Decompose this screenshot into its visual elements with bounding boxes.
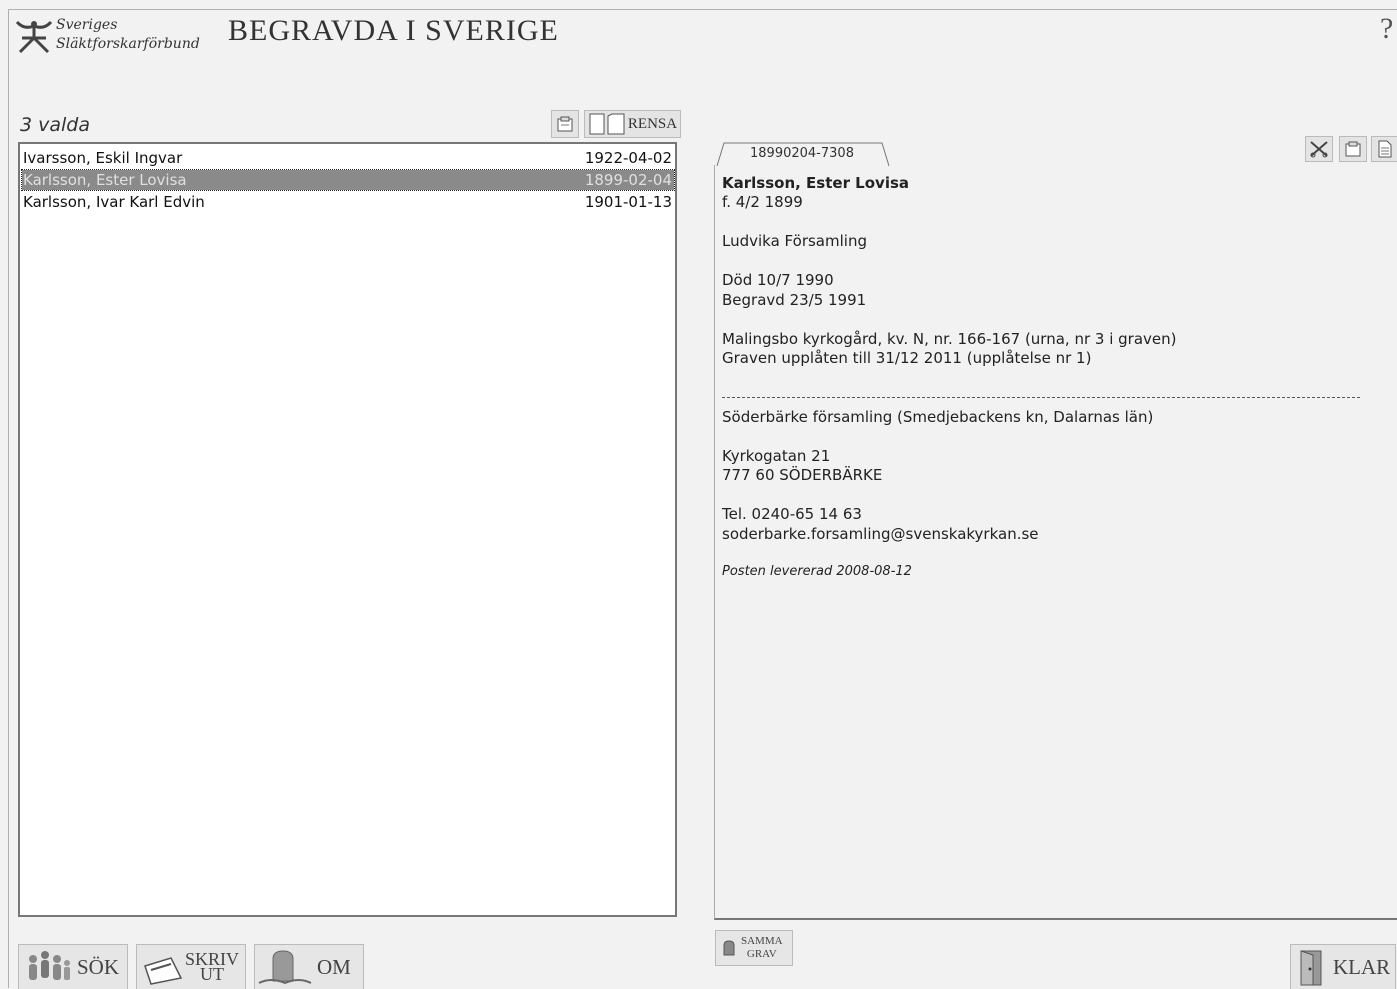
tab-person-id[interactable]: 18990204-7308: [716, 142, 890, 167]
print-label-line2: UT: [200, 964, 224, 984]
list-item-date: 1899-02-04: [584, 171, 672, 189]
record-name: Karlsson, Ester Lovisa: [722, 174, 910, 192]
klar-label: KLAR: [1333, 954, 1391, 979]
record-parish: Ludvika Församling: [722, 232, 867, 250]
copy-record-button[interactable]: [1339, 136, 1367, 162]
list-item-date: 1901-01-13: [584, 193, 672, 211]
close-record-button[interactable]: [1305, 136, 1333, 162]
clipboard-icon: [557, 116, 573, 132]
list-item-selected[interactable]: Karlsson, Ester Lovisa 1899-02-04: [21, 169, 675, 191]
exit-door-icon: [1300, 950, 1322, 986]
record-grave: Malingsbo kyrkogård, kv. N, nr. 166-167 …: [722, 330, 1177, 348]
delivered-date: Posten levererad 2008-08-12: [722, 564, 912, 579]
people-icon: [29, 951, 70, 980]
sok-button[interactable]: SÖK: [18, 944, 128, 989]
contact-postal: 777 60 SÖDERBÄRKE: [722, 466, 883, 484]
selected-count: 3 valda: [20, 114, 90, 136]
klar-button[interactable]: KLAR: [1290, 944, 1396, 989]
person-list[interactable]: Ivarsson, Eskil Ingvar 1922-04-02 Karlss…: [18, 142, 677, 917]
list-item-name: Karlsson, Ivar Karl Edvin: [23, 193, 205, 211]
record-born: f. 4/2 1899: [722, 193, 803, 211]
org-name-line1: Sveriges: [56, 17, 118, 33]
document-button[interactable]: [1371, 136, 1397, 162]
contact-parish: Söderbärke församling (Smedjebackens kn,…: [722, 408, 1154, 426]
rensa-label: RENSA: [627, 115, 678, 132]
record-buried: Begravd 23/5 1991: [722, 291, 867, 309]
print-icon: [144, 957, 183, 985]
list-item-name: Ivarsson, Eskil Ingvar: [23, 149, 183, 167]
about-label: OM: [317, 954, 351, 979]
sok-label: SÖK: [77, 954, 120, 979]
help-button[interactable]: ?: [1380, 12, 1393, 46]
about-button[interactable]: OM: [254, 944, 364, 989]
list-item[interactable]: Karlsson, Ivar Karl Edvin 1901-01-13: [22, 192, 674, 212]
clipboard-icon: [1345, 141, 1361, 157]
print-button[interactable]: SKRIV UT: [136, 944, 246, 989]
window-frame-top: [8, 9, 1397, 10]
record-died: Död 10/7 1990: [722, 271, 834, 289]
same-grave-button[interactable]: SAMMA GRAV: [715, 930, 793, 966]
tab-label: 18990204-7308: [750, 146, 854, 161]
window-frame-left: [8, 9, 9, 988]
copy-button[interactable]: [551, 110, 579, 138]
same-grave-line1: SAMMA: [741, 935, 783, 947]
gravestone-icon: [258, 950, 312, 985]
document-icon: [1378, 140, 1392, 158]
scissors-icon: [1310, 141, 1328, 158]
org-logo: Sveriges Släktforskarförbund: [14, 16, 204, 60]
print-label: SKRIV UT: [185, 950, 239, 984]
same-grave-label: SAMMA GRAV: [741, 935, 783, 961]
divider: [722, 397, 1360, 398]
list-item-name: Karlsson, Ester Lovisa: [23, 171, 187, 189]
org-logo-icon: [15, 20, 53, 54]
contact-email: soderbarke.forsamling@svenskakyrkan.se: [722, 525, 1039, 543]
list-item[interactable]: Ivarsson, Eskil Ingvar 1922-04-02: [22, 148, 674, 168]
app-title: BEGRAVDA I SVERIGE: [228, 14, 559, 47]
org-name-line2: Släktforskarförbund: [56, 36, 200, 52]
clear-pages-icon: [589, 113, 625, 135]
small-gravestone-icon: [723, 940, 735, 956]
rensa-button[interactable]: RENSA: [584, 110, 681, 138]
record-lease: Graven upplåten till 31/12 2011 (upplåte…: [722, 349, 1092, 367]
list-item-date: 1922-04-02: [584, 149, 672, 167]
same-grave-line2: GRAV: [746, 948, 777, 960]
contact-phone: Tel. 0240-65 14 63: [722, 505, 862, 523]
contact-street: Kyrkogatan 21: [722, 447, 831, 465]
